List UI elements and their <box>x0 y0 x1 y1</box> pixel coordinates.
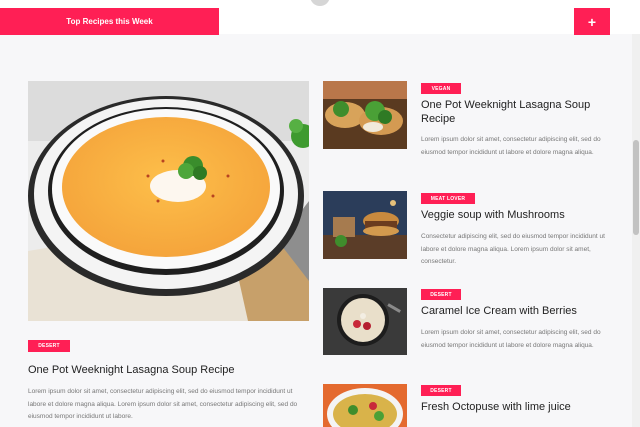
scrollbar-thumb[interactable] <box>633 140 639 235</box>
featured-category-badge[interactable]: DESERT <box>28 340 70 352</box>
recipe-image-4[interactable] <box>323 384 407 427</box>
recipe-title-2[interactable]: Veggie soup with Mushrooms <box>421 208 621 222</box>
category-badge-1[interactable]: VEGAN <box>421 83 461 94</box>
featured-recipe-excerpt: Lorem ipsum dolor sit amet, consectetur … <box>28 388 298 420</box>
recipe-excerpt-3: Lorem ipsum dolor sit amet, consectetur … <box>421 329 601 349</box>
recipe-image-3[interactable] <box>323 288 407 355</box>
recipe-excerpt-2: Consectetur adipiscing elit, sed do eius… <box>421 233 605 265</box>
featured-recipe-image[interactable] <box>28 81 309 321</box>
category-badge-2[interactable]: MEAT LOVER <box>421 193 475 204</box>
recipe-image-1[interactable] <box>323 81 407 149</box>
recipe-title-4[interactable]: Fresh Octopuse with lime juice <box>421 400 621 414</box>
recipe-title-3[interactable]: Caramel Ice Cream with Berries <box>421 304 621 318</box>
recipe-excerpt-1: Lorem ipsum dolor sit amet, consectetur … <box>421 136 601 156</box>
top-recipes-tab[interactable]: Top Recipes this Week <box>0 8 219 35</box>
add-button[interactable]: + <box>574 8 610 35</box>
recipe-image-2[interactable] <box>323 191 407 259</box>
featured-recipe-title[interactable]: One Pot Weeknight Lasagna Soup Recipe <box>28 363 309 377</box>
recipe-title-1[interactable]: One Pot Weeknight Lasagna Soup Recipe <box>421 98 621 126</box>
category-badge-4[interactable]: DESERT <box>421 385 461 396</box>
category-badge-3[interactable]: DESERT <box>421 289 461 300</box>
